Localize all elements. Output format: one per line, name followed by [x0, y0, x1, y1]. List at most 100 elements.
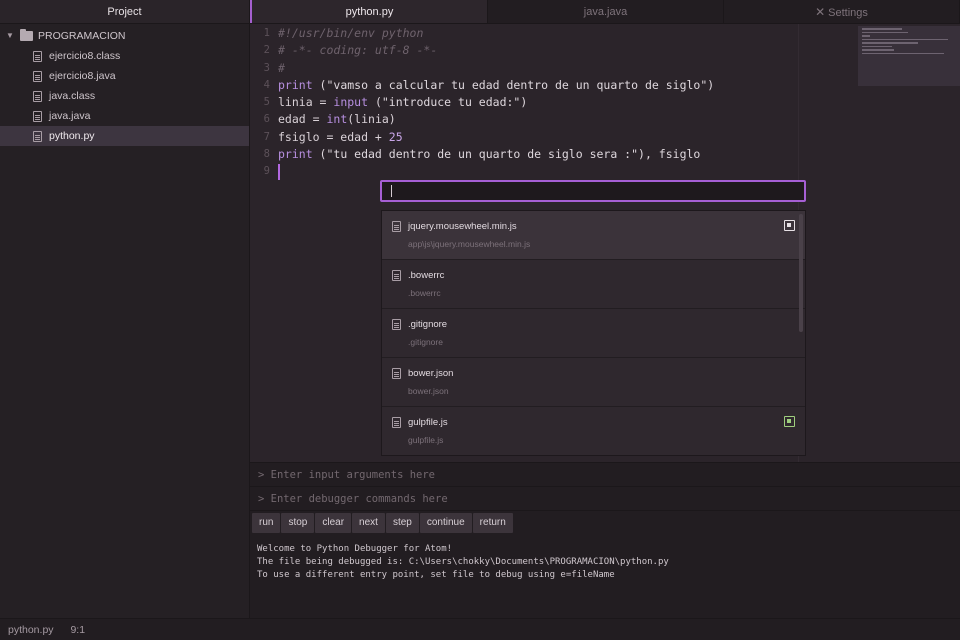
code-text: fsiglo = edad + 25	[278, 129, 403, 146]
code-line[interactable]: 4 print ("vamso a calcular tu edad dentro…	[250, 77, 960, 94]
tree-file-item[interactable]: ejercicio8.java	[0, 66, 249, 86]
tree-file-item[interactable]: java.class	[0, 86, 249, 106]
line-number: 2	[263, 44, 270, 57]
code-token: print	[278, 147, 313, 162]
finder-item[interactable]: .bowerrc .bowerrc	[382, 260, 805, 309]
code-token: int	[326, 112, 348, 127]
fuzzy-finder-input[interactable]	[380, 180, 806, 202]
file-icon	[392, 368, 401, 379]
folder-icon	[20, 29, 33, 41]
next-button[interactable]: next	[352, 513, 385, 533]
status-cursor-position[interactable]: 9:1	[70, 624, 85, 636]
added-icon	[784, 416, 795, 427]
tab-python-py[interactable]: python.py	[250, 0, 488, 23]
return-button[interactable]: return	[472, 513, 513, 533]
status-file-name[interactable]: python.py	[8, 624, 54, 636]
finder-scrollbar[interactable]	[799, 214, 803, 332]
file-icon	[33, 50, 42, 62]
status-bar: python.py 9:1	[0, 618, 960, 640]
file-icon	[392, 417, 401, 428]
code-text: linia = input ("introduce tu edad:")	[278, 94, 527, 111]
tree-view: Project ▼ PROGRAMACION ejercicio8.class e…	[0, 0, 250, 618]
code-line[interactable]: 9	[250, 163, 960, 180]
continue-button[interactable]: continue	[419, 513, 472, 533]
code-token: #	[278, 60, 285, 75]
code-line[interactable]: 8 print ("tu edad dentro de un quarto de …	[250, 146, 960, 163]
code-line[interactable]: 7 fsiglo = edad + 25	[250, 129, 960, 146]
text-caret	[391, 185, 392, 197]
stop-button[interactable]: stop	[281, 513, 315, 533]
code-token: fsiglo = edad +	[278, 129, 389, 144]
line-number: 5	[263, 96, 270, 109]
debugger-toolbar: run stop clear next step continue return	[250, 511, 960, 535]
code-line[interactable]: 6 edad = int(linia)	[250, 111, 960, 128]
tab-label: java.java	[583, 6, 628, 18]
code-text: print ("tu edad dentro de un quarto de s…	[278, 146, 700, 163]
tab-bar: python.py java.java ✕ Settings	[250, 0, 960, 24]
finder-item[interactable]: .gitignore .gitignore	[382, 309, 805, 358]
file-icon	[392, 270, 401, 281]
code-line[interactable]: 3 #	[250, 60, 960, 77]
finder-item[interactable]: bower.json bower.json	[382, 358, 805, 407]
code-text: #!/usr/bin/env python	[278, 25, 423, 42]
file-icon	[33, 70, 42, 82]
tree-file-label: ejercicio8.class	[49, 50, 121, 62]
code-token: (linia)	[347, 112, 396, 127]
line-number: 9	[263, 165, 270, 178]
code-token: ("introduce tu edad:")	[368, 95, 528, 110]
file-icon	[33, 110, 42, 122]
finder-item[interactable]: gulpfile.js gulpfile.js	[382, 407, 805, 455]
modified-icon	[784, 220, 795, 231]
code-token: ("tu edad dentro de un quarto de siglo s…	[312, 147, 701, 162]
code-line[interactable]: 2 # -*- coding: utf-8 -*-	[250, 42, 960, 59]
clear-button[interactable]: clear	[315, 513, 352, 533]
tree-view-title: Project	[0, 0, 249, 24]
code-token: input	[333, 95, 369, 110]
line-number: 1	[263, 27, 270, 39]
text-cursor	[278, 163, 280, 180]
code-text: print ("vamso a calcular tu edad dentro …	[278, 77, 714, 94]
line-number: 8	[263, 148, 270, 161]
debugger-commands-field[interactable]: > Enter debugger commands here	[250, 487, 960, 511]
python-debugger-panel: > Enter input arguments here > Enter deb…	[250, 462, 960, 618]
code-token: #!/usr/bin/env python	[278, 26, 424, 40]
tree-file-item[interactable]: python.py	[0, 126, 249, 146]
fuzzy-finder-list: jquery.mousewheel.min.js app\js\jquery.mo…	[381, 210, 806, 456]
tree-file-item[interactable]: java.java	[0, 106, 249, 126]
tree-file-item[interactable]: ejercicio8.class	[0, 46, 249, 66]
tab-label: Settings	[828, 7, 868, 19]
code-text	[278, 163, 280, 180]
code-token: linia =	[278, 95, 334, 110]
step-button[interactable]: step	[385, 513, 419, 533]
run-button[interactable]: run	[252, 513, 281, 533]
code-line[interactable]: 5 linia = input ("introduce tu edad:")	[250, 94, 960, 111]
code-token: 25	[388, 129, 403, 144]
tab-java-java[interactable]: java.java	[488, 0, 724, 23]
finder-item-path: gulpfile.js	[408, 435, 444, 445]
line-number: 3	[263, 61, 270, 74]
minimap[interactable]	[858, 26, 960, 86]
tree-file-label: java.java	[49, 110, 91, 122]
file-icon	[33, 130, 42, 142]
output-line: The file being debugged is: C:\Users\cho…	[257, 557, 669, 567]
line-number: 7	[263, 130, 270, 143]
finder-item-path: .gitignore	[408, 337, 443, 347]
code-text: edad = int(linia)	[278, 111, 396, 128]
finder-item-path: bower.json	[408, 386, 449, 396]
finder-item-name: .bowerrc	[408, 270, 445, 281]
finder-item[interactable]: jquery.mousewheel.min.js app\js\jquery.mo…	[382, 211, 805, 260]
file-icon	[392, 319, 401, 330]
input-arguments-field[interactable]: > Enter input arguments here	[250, 463, 960, 487]
code-line[interactable]: 1 #!/usr/bin/env python	[250, 25, 960, 42]
tree-folder-root[interactable]: ▼ PROGRAMACION	[0, 26, 249, 46]
code-token: edad =	[278, 112, 327, 127]
tree-file-label: python.py	[49, 130, 95, 142]
finder-item-path: .bowerrc	[408, 288, 441, 298]
code-token: # -*- coding: utf-8 -*-	[278, 43, 438, 58]
output-line: Welcome to Python Debugger for Atom!	[257, 544, 453, 554]
finder-item-name: jquery.mousewheel.min.js	[408, 221, 517, 232]
debugger-output: Welcome to Python Debugger for Atom! The …	[250, 535, 960, 590]
finder-item-path: app\js\jquery.mousewheel.min.js	[408, 239, 531, 249]
line-number: 4	[263, 78, 270, 91]
tab-settings[interactable]: ✕ Settings	[724, 0, 960, 23]
